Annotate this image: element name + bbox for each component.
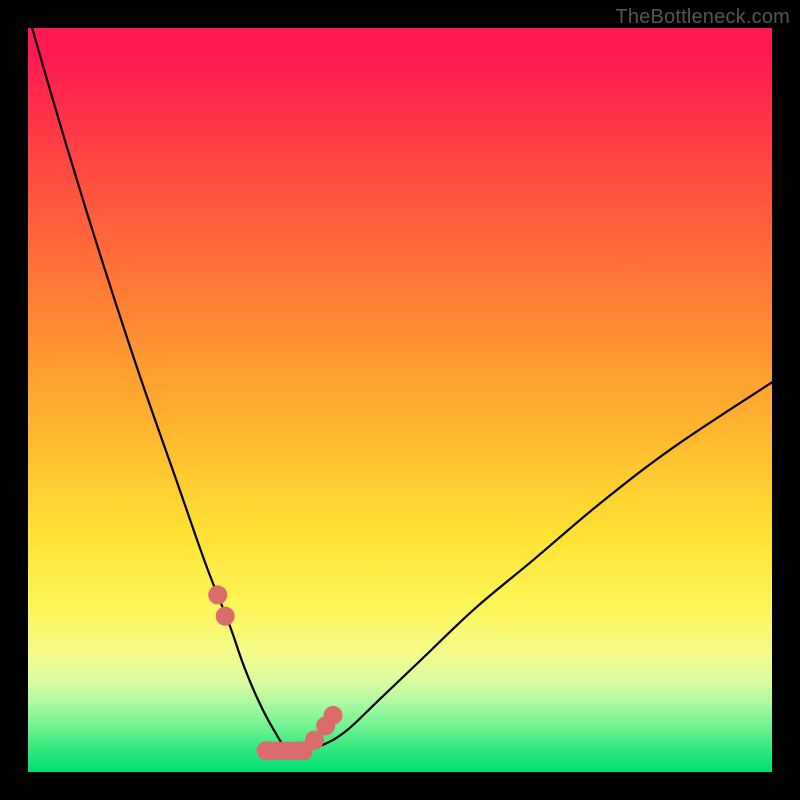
marker-dots-group bbox=[209, 586, 342, 760]
marker-dot bbox=[324, 706, 342, 724]
watermark-text: TheBottleneck.com bbox=[615, 6, 790, 29]
marker-dot bbox=[216, 607, 234, 625]
marker-layer bbox=[28, 28, 772, 772]
marker-dot bbox=[257, 742, 275, 760]
marker-dot bbox=[209, 586, 227, 604]
plot-area bbox=[28, 28, 772, 772]
chart-frame: TheBottleneck.com bbox=[0, 0, 800, 800]
